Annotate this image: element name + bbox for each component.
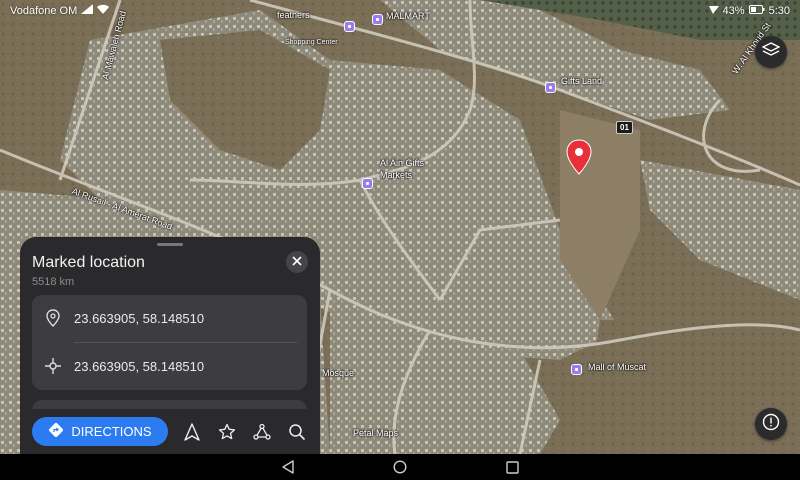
recents-icon[interactable] (504, 459, 520, 475)
map-label-al-ain-gifts: Al Ain Gifts (380, 158, 425, 168)
map-label-markets: Markets (380, 170, 413, 180)
sheet-drag-handle[interactable] (157, 243, 183, 246)
battery-bar-icon (748, 4, 765, 17)
coordinate-text: 23.663905, 58.148510 (74, 358, 205, 374)
signal-icon (81, 4, 94, 17)
directions-button[interactable]: DIRECTIONS (32, 417, 168, 446)
map-label-mall-of-muscat: Mall of Muscat (588, 362, 647, 372)
directions-icon (48, 422, 64, 441)
action-bar: DIRECTIONS (20, 409, 320, 454)
location-sheet[interactable]: Marked location 5518 km 23.663905, 58.14… (20, 237, 320, 454)
back-icon[interactable] (280, 459, 296, 475)
map-label-shopping: Shopping Center (285, 39, 338, 46)
poi-marker[interactable] (344, 21, 355, 32)
crosshair-icon (32, 357, 74, 375)
wifi-icon (97, 4, 110, 17)
layers-icon (761, 41, 781, 64)
road-shield: 01 (616, 121, 633, 134)
status-bar: Vodafone OM 43% 5:30 (0, 0, 800, 20)
clock: 5:30 (768, 4, 790, 17)
poi-marker[interactable] (545, 82, 556, 93)
gps-coordinate-row[interactable]: 23.663905, 58.148510 (32, 343, 307, 389)
poi-marker[interactable] (571, 364, 582, 375)
info-button[interactable] (755, 408, 787, 440)
search-icon[interactable] (287, 422, 307, 442)
coordinates-card: 23.663905, 58.148510 23.663905, 58.14851… (32, 295, 307, 390)
battery-icon (707, 4, 719, 17)
share-icon[interactable] (252, 422, 272, 442)
close-button[interactable] (286, 251, 308, 273)
close-icon (292, 253, 302, 271)
star-icon[interactable] (217, 422, 237, 442)
sheet-title: Marked location (32, 254, 145, 271)
system-nav-bar (0, 454, 800, 480)
distance-text: 5518 km (32, 276, 75, 288)
home-icon[interactable] (392, 459, 408, 475)
directions-label: DIRECTIONS (71, 424, 152, 439)
location-pin-outline-icon (32, 309, 74, 327)
map-label-gifts-land: Gifts Land (561, 76, 603, 86)
map-label-petal-maps: Petal Maps (353, 428, 399, 438)
layers-button[interactable] (755, 36, 787, 68)
map-label-mosque: Mosque (322, 368, 355, 378)
navigate-icon[interactable] (182, 422, 202, 442)
battery-percent: 43% (722, 4, 745, 17)
coordinate-text: 23.663905, 58.148510 (74, 310, 205, 326)
location-pin-icon[interactable] (566, 139, 592, 175)
address-coordinate-row[interactable]: 23.663905, 58.148510 (32, 295, 307, 341)
poi-marker[interactable] (362, 178, 373, 189)
info-icon (762, 413, 780, 436)
carrier-name: Vodafone OM (10, 4, 78, 17)
